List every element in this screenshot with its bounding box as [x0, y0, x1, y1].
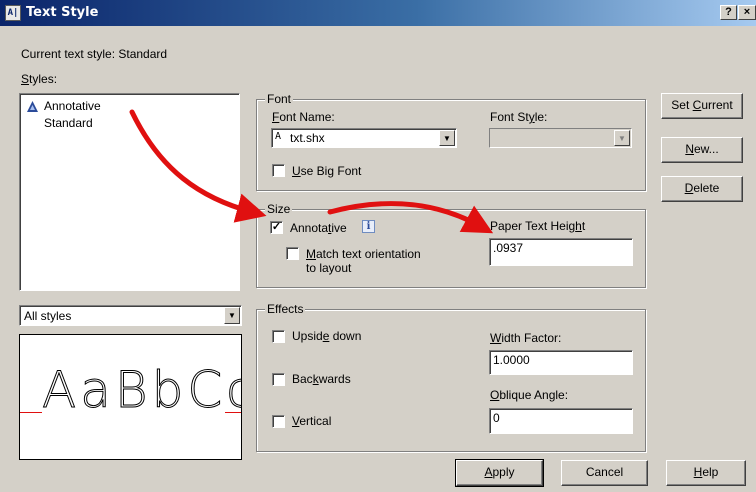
new-button[interactable]: New... — [661, 137, 743, 163]
window-title: Text Style — [26, 5, 99, 20]
styles-filter-value: All styles — [24, 309, 72, 323]
width-factor-input[interactable]: 1.0000 — [489, 350, 633, 375]
width-factor-value: 1.0000 — [493, 353, 530, 367]
apply-button[interactable]: Apply — [455, 459, 544, 487]
shx-font-icon: A — [275, 131, 282, 142]
oblique-angle-value: 0 — [493, 411, 500, 425]
styles-filter-select[interactable]: All styles ▼ — [19, 305, 242, 326]
font-style-label: Font Style: — [490, 110, 548, 124]
match-orientation-checkbox[interactable] — [286, 247, 299, 260]
paper-height-label: Paper Text Height — [490, 219, 586, 233]
ruler-icon: A| — [5, 5, 21, 21]
baseline-left-mark — [20, 412, 42, 413]
effects-group-label: Effects — [265, 302, 306, 316]
text-preview: AaBbCc — [19, 334, 242, 460]
width-factor-label: Width Factor: — [490, 331, 562, 345]
delete-button[interactable]: Delete — [661, 176, 743, 202]
current-style-label: Current text style: Standard — [21, 47, 167, 61]
chevron-down-icon: ▼ — [614, 130, 630, 146]
backwards-label: Backwards — [292, 372, 351, 386]
oblique-angle-input[interactable]: 0 — [489, 408, 633, 434]
font-group-label: Font — [265, 92, 294, 106]
vertical-checkbox[interactable] — [272, 415, 285, 428]
font-name-label: Font Name: — [272, 110, 335, 124]
backwards-checkbox[interactable] — [272, 373, 285, 386]
annotative-label: Annotative — [290, 221, 347, 235]
paper-height-input[interactable]: .0937 — [489, 238, 633, 266]
preview-sample-text: AaBbCc — [42, 361, 242, 419]
paper-height-value: .0937 — [493, 241, 524, 255]
vertical-label: Vertical — [292, 414, 332, 428]
current-style-value: Standard — [118, 47, 168, 61]
list-item-label: Annotative — [44, 99, 101, 113]
help-title-button[interactable]: ? — [720, 5, 737, 20]
title-bar — [0, 0, 756, 26]
annotative-icon — [27, 101, 38, 112]
list-item-label: Standard — [44, 116, 93, 130]
chevron-down-icon[interactable]: ▼ — [439, 130, 455, 146]
list-item-annotative[interactable]: Annotative — [25, 99, 135, 115]
annotative-checkbox[interactable]: ✓ — [270, 221, 283, 234]
styles-list[interactable]: Annotative Standard — [19, 93, 240, 291]
styles-label: Styles: — [21, 72, 58, 86]
size-group-label: Size — [265, 202, 293, 216]
use-big-font-checkbox[interactable] — [272, 164, 285, 177]
info-icon[interactable]: i — [362, 220, 375, 233]
font-style-select[interactable]: ▼ — [489, 128, 632, 148]
help-button[interactable]: Help — [666, 460, 746, 486]
font-name-value: txt.shx — [290, 131, 325, 145]
upside-down-label: Upside down — [292, 329, 362, 343]
font-name-select[interactable]: A txt.shx ▼ — [271, 128, 457, 148]
current-style-caption: Current text style: — [21, 47, 116, 61]
cancel-button[interactable]: Cancel — [561, 460, 648, 486]
use-big-font-label: Use Big Font — [292, 164, 362, 178]
oblique-angle-label: Oblique Angle: — [490, 388, 569, 402]
upside-down-checkbox[interactable] — [272, 330, 285, 343]
set-current-button[interactable]: Set Current — [661, 93, 743, 119]
list-item-standard[interactable]: Standard — [44, 116, 93, 130]
chevron-down-icon[interactable]: ▼ — [224, 307, 240, 324]
match-orientation-label: Match text orientation to layout — [306, 247, 421, 275]
close-button[interactable]: × — [738, 5, 756, 20]
